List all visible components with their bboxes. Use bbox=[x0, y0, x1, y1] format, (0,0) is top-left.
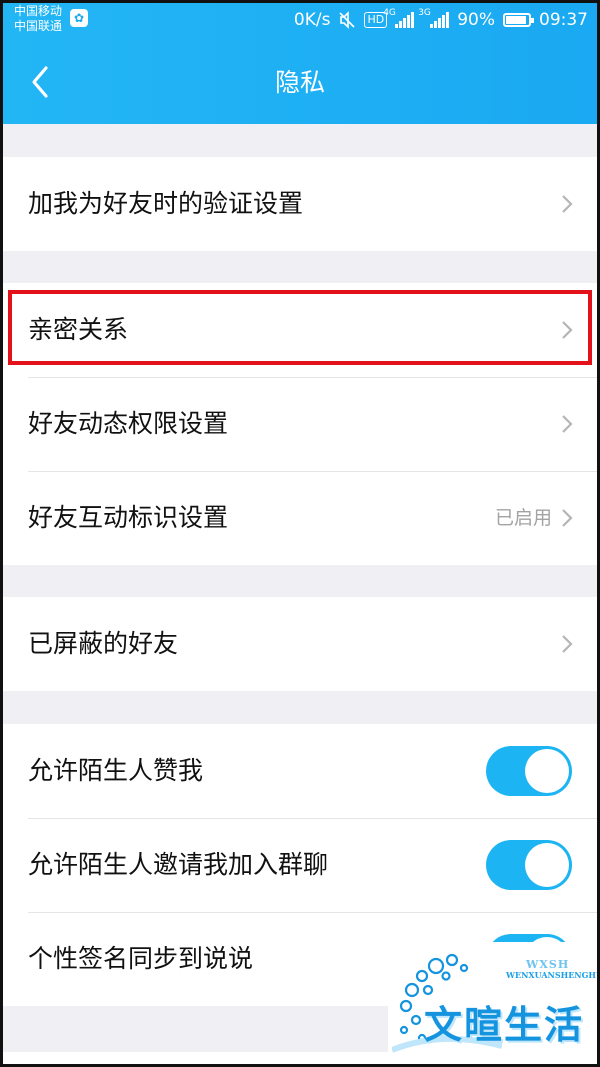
row-label: 个性签名同步到说说 bbox=[28, 944, 254, 973]
row-label: 好友动态权限设置 bbox=[28, 409, 229, 438]
signal-3g-label: 3G bbox=[418, 8, 431, 18]
row-allow-stranger-group-invites: 允许陌生人邀请我加入群聊 bbox=[0, 818, 600, 912]
battery-level bbox=[506, 16, 526, 24]
row-allow-stranger-likes: 允许陌生人赞我 bbox=[0, 724, 600, 818]
row-blocked-friends[interactable]: 已屏蔽的好友 bbox=[0, 597, 600, 691]
watermark-english: WENXUANSHENGHUO bbox=[506, 970, 600, 980]
carrier-info: 中国移动 中国联通 bbox=[14, 4, 62, 34]
chevron-right-icon bbox=[562, 195, 573, 213]
paw-icon: ✿ bbox=[70, 9, 88, 27]
mute-icon bbox=[339, 11, 356, 29]
row-label: 好友互动标识设置 bbox=[28, 503, 229, 532]
page-title: 隐私 bbox=[274, 68, 325, 97]
toggle-knob bbox=[525, 843, 569, 887]
carrier-2: 中国联通 bbox=[14, 19, 63, 33]
row-friend-feed-permissions[interactable]: 好友动态权限设置 bbox=[0, 377, 600, 471]
highlight-annotation-box bbox=[8, 290, 592, 365]
toggle-switch[interactable] bbox=[486, 840, 572, 890]
watermark-logo: WXSH WENXUANSHENGHUO 文暄生活 bbox=[388, 942, 600, 1067]
signal-4g-label: 4G bbox=[383, 8, 396, 18]
chevron-right-icon bbox=[562, 635, 573, 653]
watermark-chinese: 文暄生活 bbox=[424, 1003, 585, 1047]
row-friend-interaction-badge[interactable]: 好友互动标识设置 已启用 bbox=[0, 471, 600, 565]
battery-icon bbox=[503, 13, 534, 27]
battery-percent: 90% bbox=[457, 10, 495, 30]
row-label: 已屏蔽的好友 bbox=[28, 629, 179, 658]
row-label: 加我为好友时的验证设置 bbox=[28, 189, 304, 218]
network-speed: 0K/s bbox=[293, 10, 331, 30]
toggle-knob bbox=[525, 749, 569, 793]
settings-group-blocked: 已屏蔽的好友 bbox=[0, 597, 600, 691]
carrier-1: 中国移动 bbox=[14, 4, 63, 18]
clock: 09:37 bbox=[539, 10, 588, 30]
row-label: 允许陌生人邀请我加入群聊 bbox=[28, 850, 329, 879]
signal-3g-icon: 3G bbox=[418, 8, 450, 28]
signal-4g-icon: 4G bbox=[383, 8, 415, 28]
row-status-value: 已启用 bbox=[494, 507, 552, 529]
row-friend-verification[interactable]: 加我为好友时的验证设置 bbox=[0, 157, 600, 251]
row-label: 允许陌生人赞我 bbox=[28, 756, 204, 785]
app-header: 中国移动 中国联通 ✿ 0K/s HD 4G 3G 90% 09:37 隐私 bbox=[0, 0, 600, 124]
chevron-right-icon bbox=[562, 509, 573, 527]
status-bar: 中国移动 中国联通 ✿ 0K/s HD 4G 3G 90% 09:37 bbox=[0, 0, 600, 40]
toggle-switch[interactable] bbox=[486, 746, 572, 796]
status-icons: 0K/s HD 4G 3G 90% 09:37 bbox=[294, 8, 588, 32]
settings-group-verification: 加我为好友时的验证设置 bbox=[0, 157, 600, 251]
chevron-right-icon bbox=[562, 415, 573, 433]
